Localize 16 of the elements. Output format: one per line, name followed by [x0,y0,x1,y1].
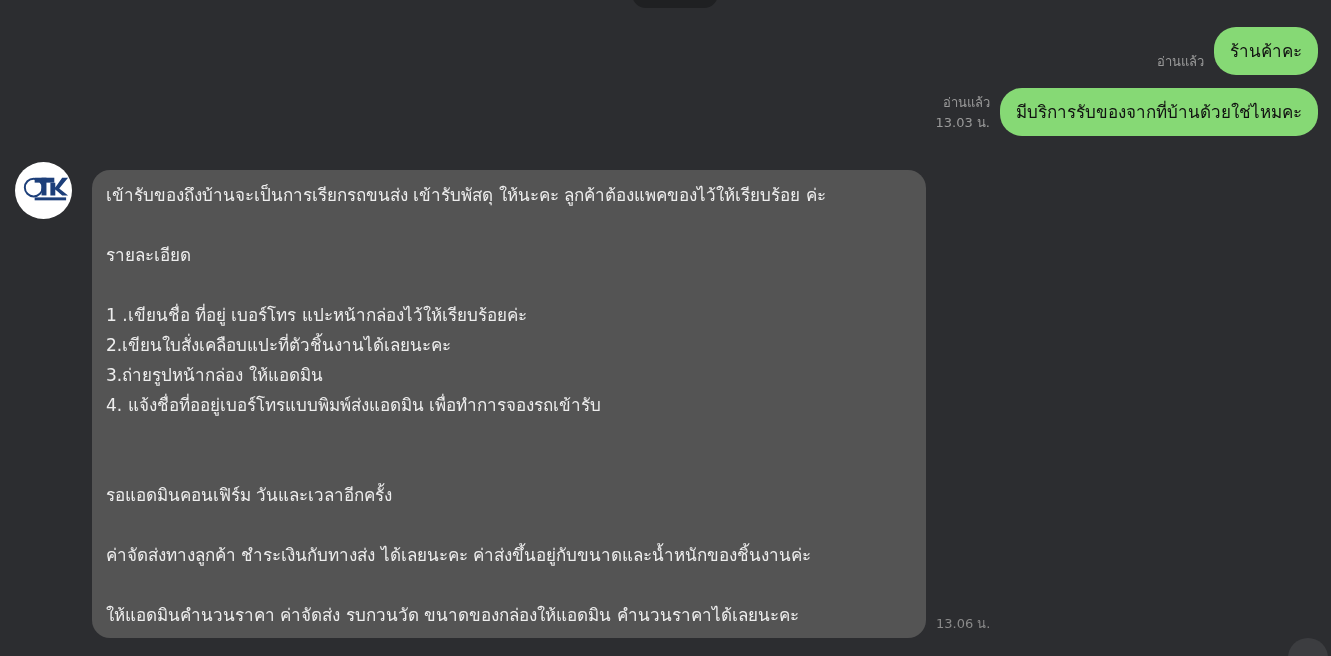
message-line: รายละเอียด [106,244,192,267]
sent-message-bubble: ร้านค้าคะ [1214,27,1318,75]
message-time: 13.03 น. [935,114,990,132]
message-line: ค่าจัดส่งทางลูกค้า ชำระเงินกับทางส่ง ได้เลยนะคะ ค่าส่งขึ้นอยู่กับขนาดและน้ำหนักของชิ้นงานค่ะ [106,542,813,568]
avatar-logo-icon [15,162,72,219]
read-label: อ่านแล้ว [943,94,990,112]
message-line: 1 .เขียนชื่อ ที่อยู่ เบอร์โทร แปะหน้ากล่องไว้ให้เรียบร้อยค่ะ [106,302,528,328]
message-line: ให้แอดมินคำนวนราคา ค่าจัดส่ง รบกวนวัด ขนาดของกล่องให้แอดมิน คำนวนราคาได้เลยนะคะ [106,604,800,627]
message-line: รอแอดมินคอนเฟิร์ม วันและเวลาอีกครั้ง [106,482,394,507]
message-line: 2.เขียนใบสั่งเคลือบแปะที่ตัวชิ้นงานได้เลยนะคะ [106,332,453,357]
sent-message-bubble: มีบริการรับของจากที่บ้านด้วยใช่ไหมคะ [1000,88,1318,136]
read-label: อ่านแล้ว [1157,53,1204,71]
message-line: 4. แจ้งชื่อที่ออยู่เบอร์โทรแบบพิมพ์ส่งแอดมิน เพื่อทำการจองรถเข้ารับ [106,392,603,418]
message-line: เข้ารับของถึงบ้านจะเป็นการเรียกรถขนส่ง เข้ารับพัสดุ ให้นะคะ ลูกค้าต้องแพคของไว้ให้เรียบร้อย ค่ะ [106,183,827,208]
message-line: 3.ถ่ายรูปหน้ากล่อง ให้แอดมิน [106,364,324,388]
message-time: 13.06 น. [936,615,991,633]
